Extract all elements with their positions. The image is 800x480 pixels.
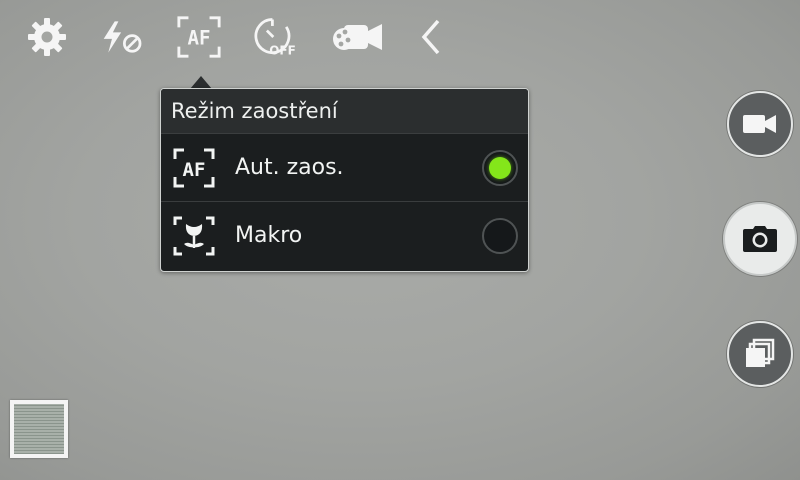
video-camera-icon <box>743 115 776 133</box>
camera-icon <box>743 226 777 252</box>
radio-unselected[interactable] <box>482 217 518 254</box>
popup-title: Režim zaostření <box>161 89 528 134</box>
flash-off-icon <box>103 21 142 53</box>
svg-text:AF: AF <box>187 27 210 50</box>
focus-mode-popup: Režim zaostření AF Aut. zaos. Makro <box>160 88 529 272</box>
record-video-button[interactable] <box>727 91 793 157</box>
top-toolbar: AF OFF <box>0 0 470 72</box>
option-label: Aut. zaos. <box>235 155 344 180</box>
timer-off-icon: OFF <box>254 18 296 57</box>
switch-camera-icon <box>746 338 775 367</box>
svg-text:OFF: OFF <box>269 43 296 57</box>
af-icon: AF <box>171 145 217 191</box>
gear-icon <box>28 18 66 56</box>
switch-camera-button[interactable] <box>727 321 793 387</box>
flash-button[interactable] <box>100 14 146 60</box>
option-label: Makro <box>235 223 303 248</box>
camcorder-mode-icon <box>333 24 382 50</box>
af-icon: AF <box>177 16 221 58</box>
focus-option-macro[interactable]: Makro <box>161 201 528 269</box>
focus-option-auto[interactable]: AF Aut. zaos. <box>161 134 528 201</box>
thumbnail-image <box>14 404 64 454</box>
collapse-toolbar-button[interactable] <box>408 14 454 60</box>
shutter-button[interactable] <box>723 202 797 276</box>
focus-mode-button[interactable]: AF <box>176 14 222 60</box>
svg-text:AF: AF <box>183 159 206 181</box>
radio-dot <box>489 156 511 179</box>
timer-button[interactable]: OFF <box>254 14 300 60</box>
macro-flower-icon <box>171 213 217 259</box>
radio-selected[interactable] <box>482 149 518 186</box>
gallery-thumbnail[interactable] <box>10 400 68 458</box>
mode-button[interactable] <box>330 14 384 60</box>
settings-button[interactable] <box>24 14 70 60</box>
chevron-left-icon <box>421 19 440 55</box>
